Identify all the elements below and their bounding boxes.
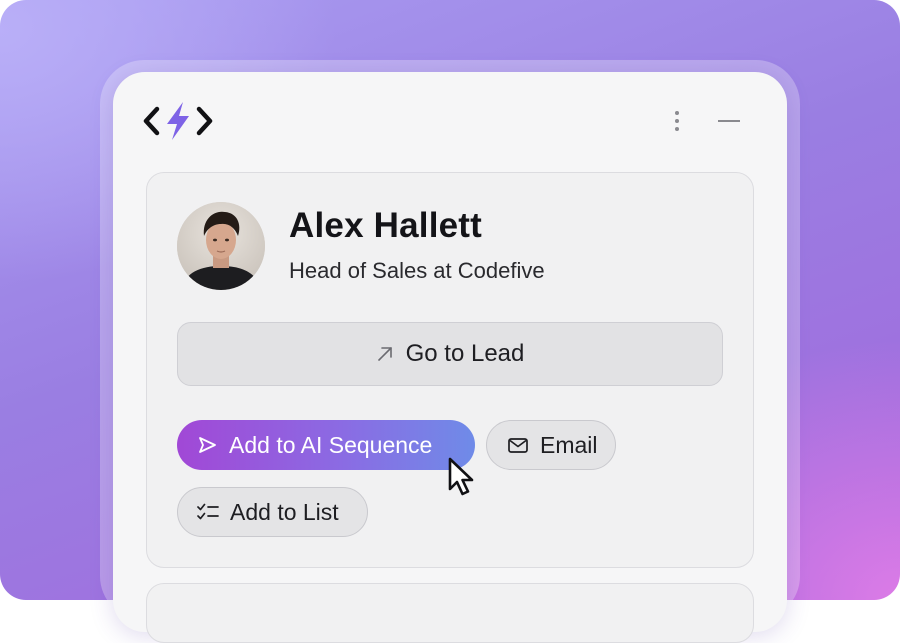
- minimize-icon[interactable]: [714, 110, 744, 132]
- secondary-card: [146, 583, 754, 643]
- add-to-list-label: Add to List: [230, 498, 339, 525]
- go-to-lead-label: Go to Lead: [405, 340, 525, 367]
- add-to-ai-sequence-label: Add to AI Sequence: [229, 431, 433, 458]
- mouse-pointer-icon: [444, 455, 484, 499]
- send-icon: [195, 433, 219, 457]
- email-label: Email: [540, 431, 598, 458]
- contact-name: Alex Hallett: [289, 206, 483, 245]
- go-to-lead-button[interactable]: Go to Lead: [177, 322, 723, 386]
- add-to-list-button[interactable]: Add to List: [177, 487, 368, 537]
- add-to-ai-sequence-button[interactable]: Add to AI Sequence: [177, 420, 475, 470]
- avatar: [177, 202, 265, 290]
- envelope-icon: [506, 433, 530, 457]
- kebab-menu-icon[interactable]: [666, 106, 688, 136]
- code-bolt-logo-icon: [143, 101, 213, 141]
- checklist-icon: [196, 500, 220, 524]
- contact-title: Head of Sales at Codefive: [289, 258, 545, 283]
- arrow-up-right-icon: [376, 345, 394, 363]
- email-button[interactable]: Email: [486, 420, 616, 470]
